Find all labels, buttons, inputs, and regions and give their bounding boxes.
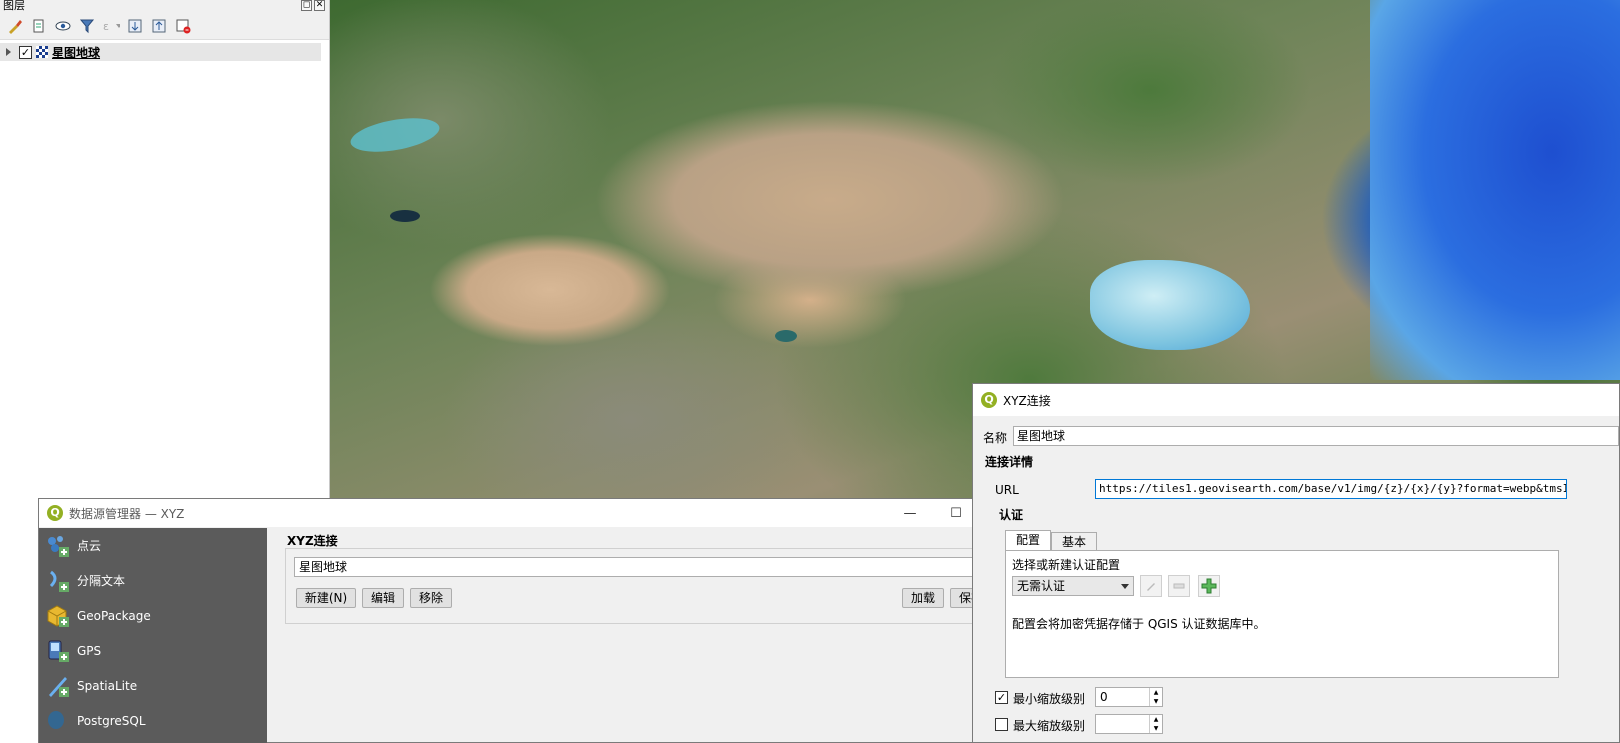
sidebar-item-label: 点云 xyxy=(77,539,102,553)
xyz-titlebar: Q XYZ连接 xyxy=(973,384,1619,416)
min-zoom-spinbox[interactable]: 0 ▲ ▼ xyxy=(1095,687,1163,707)
max-zoom-spinbox[interactable]: ▲ ▼ xyxy=(1095,714,1163,734)
min-zoom-label: 最小缩放级别 xyxy=(1013,692,1086,706)
add-auth-button[interactable] xyxy=(1198,575,1220,597)
delimited-text-icon xyxy=(45,568,71,594)
layer-visibility-checkbox[interactable]: ✓ xyxy=(19,45,32,59)
sidebar-item-label: 分隔文本 xyxy=(77,574,126,588)
minimize-button[interactable]: — xyxy=(887,499,933,527)
collapse-all-icon[interactable] xyxy=(150,17,168,35)
min-zoom-value: 0 xyxy=(1100,690,1108,704)
connection-details-label: 连接详情 xyxy=(985,455,1034,469)
data-source-manager-dialog: Q 数据源管理器 — XYZ — ☐ 点云 分隔文本 GeoPackage GP… xyxy=(38,498,992,743)
pencil-icon xyxy=(1147,583,1155,591)
gps-icon xyxy=(45,638,71,664)
auth-config-pane: 选择或新建认证配置 无需认证 配置会将加密凭据存储于 QGIS 认证数据库中。 xyxy=(1005,550,1559,678)
new-connection-button[interactable]: 新建(N) xyxy=(296,588,356,608)
max-zoom-label: 最大缩放级别 xyxy=(1013,719,1086,733)
auth-note: 配置会将加密凭据存储于 QGIS 认证数据库中。 xyxy=(1012,617,1266,631)
layer-name[interactable]: 星图地球 xyxy=(52,44,100,61)
max-zoom-checkbox[interactable] xyxy=(995,718,1008,731)
dsm-main-panel: XYZ连接 星图地球 新建(N) 编辑 移除 加载 保存 xyxy=(285,528,992,743)
sidebar-item-label: SpatiaLite xyxy=(77,678,138,693)
tab-config[interactable]: 配置 xyxy=(1005,530,1051,552)
map-sea xyxy=(1090,260,1250,350)
expand-arrow-icon[interactable] xyxy=(6,48,11,56)
close-panel-icon[interactable]: ✕ xyxy=(314,0,325,11)
layer-tree: ✓ 星图地球 xyxy=(0,40,329,61)
svg-text:ε: ε xyxy=(103,20,109,33)
tab-basic[interactable]: 基本 xyxy=(1051,532,1097,552)
url-field[interactable]: https://tiles1.geovisearth.com/base/v1/i… xyxy=(1095,479,1567,499)
edit-auth-button[interactable] xyxy=(1140,575,1162,597)
name-field[interactable]: 星图地球 xyxy=(1013,426,1619,446)
sidebar-item-label: GeoPackage xyxy=(77,608,151,623)
min-zoom-checkbox[interactable]: ✓ xyxy=(995,691,1008,704)
dsm-title: 数据源管理器 — XYZ xyxy=(69,506,185,521)
layers-toolbar: ε xyxy=(0,12,329,40)
remove-connection-button[interactable]: 移除 xyxy=(410,588,452,608)
map-lake xyxy=(390,210,420,222)
qgis-logo-icon: Q xyxy=(47,505,63,521)
sidebar-item-gps[interactable]: GPS xyxy=(39,633,267,668)
url-label: URL xyxy=(995,483,1019,497)
authentication-label: 认证 xyxy=(999,508,1024,522)
sidebar-item-label: GPS xyxy=(77,643,102,658)
layers-panel-titlebar: 图层 ◻ ✕ xyxy=(0,0,329,12)
sidebar-item-spatialite[interactable]: SpatiaLite xyxy=(39,668,267,703)
xyz-connection-dialog: Q XYZ连接 名称 星图地球 连接详情 URL https://tiles1.… xyxy=(972,383,1620,743)
auth-config-dropdown[interactable]: 无需认证 xyxy=(1012,576,1134,596)
sidebar-item-point-cloud[interactable]: 点云 xyxy=(39,528,267,563)
remove-auth-button[interactable] xyxy=(1168,575,1190,597)
sidebar-item-delimited-text[interactable]: 分隔文本 xyxy=(39,563,267,598)
point-cloud-icon xyxy=(45,533,71,559)
sidebar-item-postgresql[interactable]: PostgreSQL xyxy=(39,703,267,738)
spin-arrows-icon[interactable]: ▲ ▼ xyxy=(1149,688,1162,706)
dsm-sidebar: 点云 分隔文本 GeoPackage GPS SpatiaLite Postgr… xyxy=(39,528,267,743)
qgis-logo-icon: Q xyxy=(981,392,997,408)
spin-arrows-icon[interactable]: ▲ ▼ xyxy=(1149,715,1162,733)
edit-connection-button[interactable]: 编辑 xyxy=(362,588,404,608)
expand-all-icon[interactable] xyxy=(126,17,144,35)
connection-combobox[interactable]: 星图地球 xyxy=(294,557,984,577)
geopackage-icon xyxy=(45,603,71,629)
sidebar-item-label: PostgreSQL xyxy=(77,713,146,728)
map-sea xyxy=(1370,0,1620,380)
style-brush-icon[interactable] xyxy=(6,17,24,35)
xyz-connection-section-label: XYZ连接 xyxy=(287,534,338,548)
spatialite-icon xyxy=(45,673,71,699)
raster-layer-icon xyxy=(36,46,48,58)
visibility-eye-icon[interactable] xyxy=(54,17,72,35)
load-connections-button[interactable]: 加载 xyxy=(902,588,944,608)
xyz-dialog-title: XYZ连接 xyxy=(1003,393,1051,408)
add-group-icon[interactable] xyxy=(30,17,48,35)
connection-box: 星图地球 新建(N) 编辑 移除 加载 保存 xyxy=(285,548,992,624)
remove-layer-icon[interactable] xyxy=(174,17,192,35)
auth-selected-value: 无需认证 xyxy=(1017,579,1066,593)
name-label: 名称 xyxy=(983,431,1008,445)
dsm-titlebar: Q 数据源管理器 — XYZ — ☐ xyxy=(39,499,979,527)
map-lake xyxy=(348,112,442,158)
filter-icon[interactable] xyxy=(78,17,96,35)
remove-icon xyxy=(1173,583,1185,589)
sidebar-item-geopackage[interactable]: GeoPackage xyxy=(39,598,267,633)
float-panel-icon[interactable]: ◻ xyxy=(301,0,312,11)
expression-filter-icon[interactable]: ε xyxy=(102,17,120,35)
chevron-down-icon xyxy=(1121,584,1129,589)
layer-row[interactable]: ✓ 星图地球 xyxy=(0,43,321,61)
auth-select-label: 选择或新建认证配置 xyxy=(1012,558,1121,572)
plus-icon xyxy=(1201,578,1217,594)
layers-panel-title: 图层 xyxy=(3,0,25,12)
map-lake xyxy=(775,330,797,342)
postgresql-icon xyxy=(45,708,71,734)
